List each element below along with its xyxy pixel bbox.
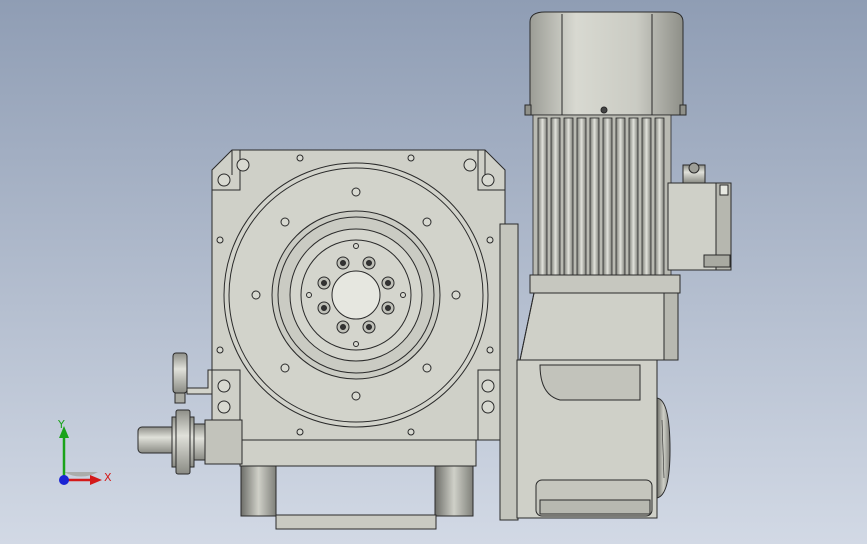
motor-cooling-fins — [532, 114, 672, 276]
triad-x-label: X — [104, 471, 112, 484]
triad-y-label: Y — [58, 418, 65, 431]
gearbox-housing[interactable] — [516, 359, 671, 519]
model-view[interactable] — [0, 0, 867, 544]
motor-cap[interactable] — [524, 11, 687, 116]
side-plate — [499, 223, 519, 521]
motor-flange — [519, 274, 681, 361]
cad-graphics-viewport[interactable]: X Y — [0, 0, 867, 544]
turntable[interactable] — [223, 162, 489, 428]
z-axis-dot — [59, 475, 69, 485]
